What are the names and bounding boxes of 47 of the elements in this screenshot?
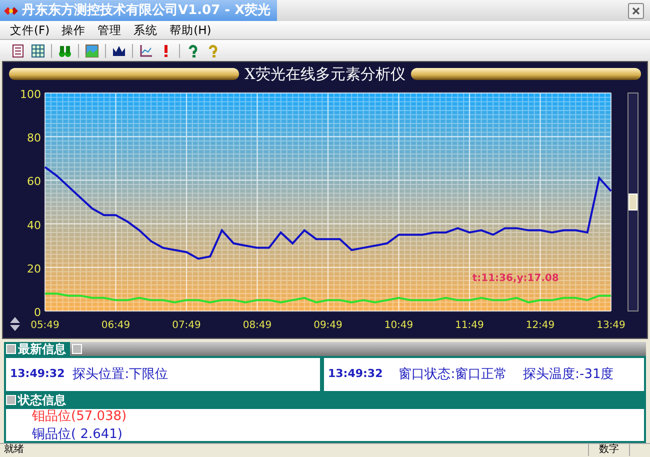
info-text: 探头温度:-31度 (523, 366, 614, 384)
info-text: 窗口状态:窗口正常 (398, 366, 508, 384)
axis-label: 60 (27, 175, 41, 188)
header-icon (72, 344, 82, 354)
axis-label: 13:49 (596, 320, 626, 331)
timestamp: 13:49:32 (328, 366, 383, 382)
axis-label: 20 (27, 262, 41, 276)
close-icon[interactable] (632, 6, 640, 14)
axis-label: 100 (20, 88, 41, 101)
axis-label: 80 (27, 132, 41, 145)
status-text: 就绪 (3, 444, 24, 456)
menu-item[interactable]: 系统 (128, 20, 164, 40)
picture-icon[interactable] (85, 44, 99, 58)
window-title: 丹东东方测控技术有限公司V1.07 - X荧光 (22, 2, 271, 20)
document-icon[interactable] (11, 44, 25, 58)
close-button[interactable] (628, 2, 644, 18)
axis-label: 07:49 (172, 320, 201, 331)
timestamp: 13:49:32 (10, 366, 65, 382)
menu-item[interactable]: 管理 (92, 20, 128, 40)
header-icon (6, 344, 16, 354)
table-icon[interactable] (31, 44, 45, 58)
up-down-arrows-icon (9, 316, 21, 332)
axis-label: 06:49 (101, 320, 130, 331)
crown-icon[interactable] (112, 44, 126, 58)
panel-title: X荧光在线多元素分析仪 (244, 64, 406, 85)
axis-label: 08:49 (242, 320, 272, 331)
axis-label: 40 (27, 218, 41, 232)
info-text: 探头位置:下限位 (72, 366, 168, 384)
axis-label: 11:49 (455, 320, 484, 331)
chart-icon[interactable] (139, 44, 153, 58)
menu-item[interactable]: 文件(F) (4, 20, 56, 40)
header-icon (6, 395, 16, 405)
grade-reading: 钼品位(57.038) (32, 409, 127, 424)
status-pane: 数字 (588, 444, 629, 456)
axis-label: 10:49 (384, 320, 414, 331)
section-title: 最新信息 (18, 342, 66, 356)
menu-item[interactable]: 帮助(H) (164, 20, 218, 40)
binoculars-icon[interactable] (58, 44, 72, 58)
axis-label: 09:49 (314, 320, 342, 331)
axis-label: 0 (34, 306, 41, 319)
app-icon (4, 6, 18, 16)
axis-label: 05:49 (30, 320, 60, 331)
grade-reading: 铜品位( 2.641) (32, 427, 122, 442)
axis-label: 12:49 (526, 320, 555, 331)
question-icon[interactable] (186, 44, 200, 58)
section-title: 状态信息 (18, 393, 66, 407)
menu-item[interactable]: 操作 (56, 20, 92, 40)
